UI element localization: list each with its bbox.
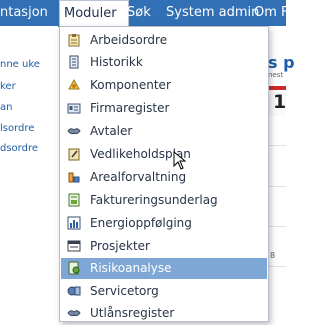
calendar-day: 1 — [273, 91, 287, 113]
menu-moduler[interactable]: Moduler — [59, 0, 129, 27]
menu-item-label: Avtaler — [90, 124, 133, 138]
right-panel-subtitle: nest — [268, 71, 284, 79]
menu-item-label: Historikk — [90, 55, 143, 69]
menu-item-label: Utlånsregister — [90, 306, 175, 320]
calendar-icon: 1 — [268, 86, 286, 116]
menu-item-label: Arealforvaltning — [90, 170, 187, 184]
menu-item-arbeidsordre[interactable]: Arbeidsordre — [61, 30, 267, 51]
main-menubar: ntasjon Moduler Søk System admin Om F — [0, 0, 289, 27]
menu-item-prosjekter[interactable]: Prosjekter — [61, 236, 267, 257]
menu-item-faktureringsunderlag[interactable]: Faktureringsunderlag — [61, 190, 267, 211]
right-panel-value: 8 — [270, 251, 276, 260]
divider — [268, 145, 286, 146]
menu-item-utlansregister[interactable]: Utlånsregister — [61, 303, 267, 324]
menu-item-label: Arbeidsordre — [90, 33, 168, 47]
divider — [268, 226, 286, 227]
service-desk-icon — [67, 286, 81, 296]
menu-item-label: Servicetorg — [90, 284, 159, 298]
project-icon — [67, 240, 81, 252]
menu-system-admin[interactable]: System admin — [166, 0, 259, 26]
left-link[interactable]: ker — [0, 81, 16, 92]
left-link[interactable]: nne uke — [0, 59, 40, 70]
loan-register-icon — [67, 310, 81, 317]
area-management-icon — [68, 172, 80, 183]
mouse-pointer-icon — [173, 151, 187, 170]
menu-item-label: Firmaregister — [90, 101, 170, 115]
company-card-icon — [67, 103, 81, 114]
menu-label: ntasjon — [0, 5, 48, 20]
right-panel-title: s p — [268, 53, 295, 72]
risk-analysis-icon — [68, 261, 80, 275]
menu-sok[interactable]: Søk — [127, 0, 151, 26]
energy-chart-icon — [67, 216, 81, 230]
menu-item-label: Komponenter — [90, 78, 171, 92]
menu-label: Om F — [254, 5, 289, 20]
menu-item-label: Prosjekter — [90, 239, 150, 253]
component-icon — [68, 78, 80, 90]
menu-label: Moduler — [64, 6, 117, 21]
divider — [268, 266, 286, 267]
agreement-icon — [67, 128, 81, 135]
menu-item-label: Risikoanalyse — [90, 261, 172, 275]
menu-item-risikoanalyse[interactable]: Risikoanalyse — [61, 258, 267, 279]
left-panel: nne uke ker an lsordre dsordre — [0, 26, 58, 325]
menu-item-avtaler[interactable]: Avtaler — [61, 121, 267, 142]
menu-item-firmaregister[interactable]: Firmaregister — [61, 98, 267, 119]
menu-label: Søk — [127, 5, 151, 20]
menu-item-komponenter[interactable]: Komponenter — [61, 75, 267, 96]
clipboard-icon — [68, 34, 80, 47]
left-link[interactable]: lsordre — [0, 123, 34, 134]
left-link[interactable]: an — [0, 102, 12, 113]
left-link[interactable]: dsordre — [0, 143, 38, 154]
moduler-dropdown-menu: Arbeidsordre Historikk Komponenter Firma… — [59, 26, 269, 322]
menu-item-label: Energioppfølging — [90, 216, 192, 230]
menu-om[interactable]: Om F — [254, 0, 289, 26]
menu-item-servicetorg[interactable]: Servicetorg — [61, 281, 267, 302]
menu-item-historikk[interactable]: Historikk — [61, 52, 267, 73]
menu-item-energioppfolging[interactable]: Energioppfølging — [61, 213, 267, 234]
menu-item-vedlikeholdsplan[interactable]: Vedlikeholdsplan — [61, 144, 267, 165]
menu-item-arealforvaltning[interactable]: Arealforvaltning — [61, 167, 267, 188]
divider — [268, 186, 286, 187]
maintenance-plan-icon — [68, 148, 80, 161]
menu-label: System admin — [166, 5, 260, 20]
menu-item-label: Faktureringsunderlag — [90, 193, 218, 207]
invoice-icon — [68, 193, 80, 207]
menu-presentasjon[interactable]: ntasjon — [0, 0, 48, 26]
history-document-icon — [69, 55, 79, 69]
